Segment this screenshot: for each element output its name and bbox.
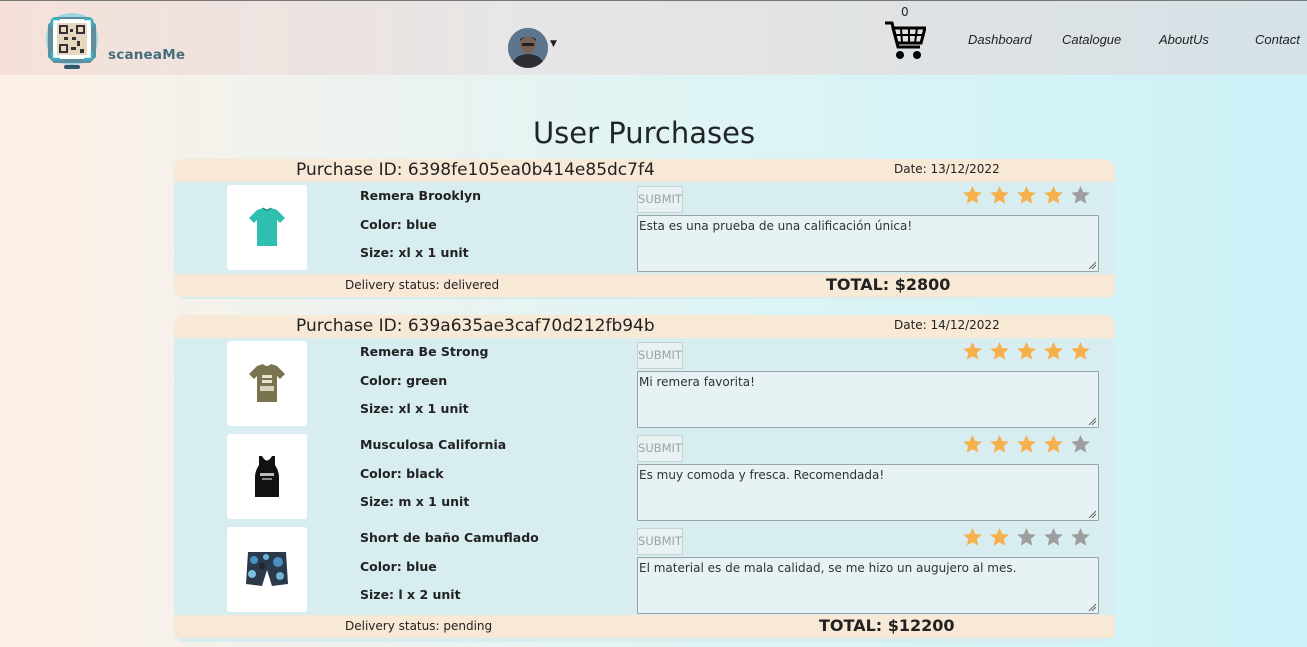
chevron-down-icon[interactable]: ▼ — [550, 39, 557, 49]
product-size: Size: xl x 1 unit — [360, 245, 469, 260]
star-icon[interactable] — [1043, 185, 1064, 205]
star-icon[interactable] — [1043, 434, 1064, 454]
user-avatar[interactable] — [508, 28, 548, 68]
product-image — [227, 527, 307, 612]
purchase-total: TOTAL: $2800 — [826, 275, 951, 294]
product-name: Remera Brooklyn — [360, 188, 482, 203]
delivery-status: Delivery status: pending — [345, 619, 493, 633]
product-size: Size: l x 2 unit — [360, 587, 461, 602]
product-name: Musculosa California — [360, 437, 507, 452]
star-icon[interactable] — [962, 434, 983, 454]
purchase-footer: Delivery status: delivered TOTAL: $2800 — [174, 274, 1115, 297]
star-icon[interactable] — [1070, 527, 1091, 547]
purchase-total: TOTAL: $12200 — [819, 616, 955, 635]
nav-link-dashboard[interactable]: Dashboard — [968, 32, 1032, 47]
submit-review-button[interactable]: SUBMIT — [637, 186, 683, 213]
product-image — [227, 185, 307, 270]
resize-grip-icon[interactable] — [1088, 261, 1096, 269]
resize-grip-icon[interactable] — [1088, 510, 1096, 518]
purchase-header: Purchase ID: 6398fe105ea0b414e85dc7f4 Da… — [174, 159, 1115, 182]
tshirt-teal-icon — [249, 207, 285, 246]
cart-count-badge: 0 — [901, 5, 909, 19]
review-textarea[interactable]: Esta es una prueba de una calificación ú… — [637, 215, 1099, 272]
product-size: Size: m x 1 unit — [360, 494, 470, 509]
star-icon[interactable] — [989, 185, 1010, 205]
star-icon[interactable] — [1016, 434, 1037, 454]
star-icon[interactable] — [989, 434, 1010, 454]
nav-link-aboutus[interactable]: AboutUs — [1159, 32, 1209, 47]
star-icon[interactable] — [1070, 341, 1091, 361]
delivery-status: Delivery status: delivered — [345, 278, 500, 292]
submit-review-button[interactable]: SUBMIT — [637, 528, 683, 555]
product-name: Remera Be Strong — [360, 344, 489, 359]
star-icon[interactable] — [1070, 185, 1091, 205]
swim-shorts-camo-icon — [246, 552, 288, 586]
purchase-footer: Delivery status: pending TOTAL: $12200 — [174, 615, 1115, 638]
navbar: scaneaMe ▼ 0 Dashboard Catalogue AboutUs… — [0, 0, 1307, 75]
product-color: Color: black — [360, 466, 444, 481]
purchase-item: Short de baño Camuflado Color: blue Size… — [174, 524, 1115, 617]
star-icon[interactable] — [962, 341, 983, 361]
resize-grip-icon[interactable] — [1088, 417, 1096, 425]
purchase-date: Date: 14/12/2022 — [894, 318, 1000, 332]
submit-review-button[interactable]: SUBMIT — [637, 342, 683, 369]
star-icon[interactable] — [962, 527, 983, 547]
product-size: Size: xl x 1 unit — [360, 401, 469, 416]
tshirt-olive-icon — [249, 364, 285, 402]
purchase-header: Purchase ID: 639a635ae3caf70d212fb94b Da… — [174, 315, 1115, 338]
tank-top-black-icon — [255, 456, 279, 497]
star-icon[interactable] — [962, 185, 983, 205]
star-icon[interactable] — [1016, 185, 1037, 205]
star-icon[interactable] — [1043, 527, 1064, 547]
review-textarea[interactable]: Mi remera favorita! — [637, 371, 1099, 428]
brand-name: scaneaMe — [108, 47, 186, 63]
purchase-date: Date: 13/12/2022 — [894, 162, 1000, 176]
star-icon[interactable] — [1043, 341, 1064, 361]
review-textarea[interactable]: Es muy comoda y fresca. Recomendada! — [637, 464, 1099, 521]
product-image — [227, 341, 307, 426]
star-icon[interactable] — [1016, 527, 1037, 547]
nav-link-catalogue[interactable]: Catalogue — [1062, 32, 1121, 47]
star-icon[interactable] — [989, 341, 1010, 361]
star-icon[interactable] — [1070, 434, 1091, 454]
qr-logo-icon[interactable] — [40, 7, 104, 71]
purchase-id: Purchase ID: 639a635ae3caf70d212fb94b — [296, 316, 655, 336]
product-color: Color: blue — [360, 217, 437, 232]
review-textarea[interactable]: El material es de mala calidad, se me hi… — [637, 557, 1099, 614]
purchase-id: Purchase ID: 6398fe105ea0b414e85dc7f4 — [296, 160, 655, 180]
resize-grip-icon[interactable] — [1088, 603, 1096, 611]
purchase-card: Purchase ID: 639a635ae3caf70d212fb94b Da… — [174, 315, 1115, 642]
star-icon[interactable] — [1016, 341, 1037, 361]
page-title: User Purchases — [532, 116, 756, 150]
purchase-item: Remera Brooklyn Color: blue Size: xl x 1… — [174, 182, 1115, 275]
product-color: Color: blue — [360, 559, 437, 574]
purchase-item: Remera Be Strong Color: green Size: xl x… — [174, 338, 1115, 431]
shopping-cart-icon[interactable] — [884, 20, 927, 62]
purchase-item: Musculosa California Color: black Size: … — [174, 431, 1115, 524]
submit-review-button[interactable]: SUBMIT — [637, 435, 683, 462]
nav-link-contact[interactable]: Contact — [1255, 32, 1300, 47]
product-color: Color: green — [360, 373, 448, 388]
star-icon[interactable] — [989, 527, 1010, 547]
purchase-card: Purchase ID: 6398fe105ea0b414e85dc7f4 Da… — [174, 159, 1115, 299]
product-name: Short de baño Camuflado — [360, 530, 539, 545]
product-image — [227, 434, 307, 519]
